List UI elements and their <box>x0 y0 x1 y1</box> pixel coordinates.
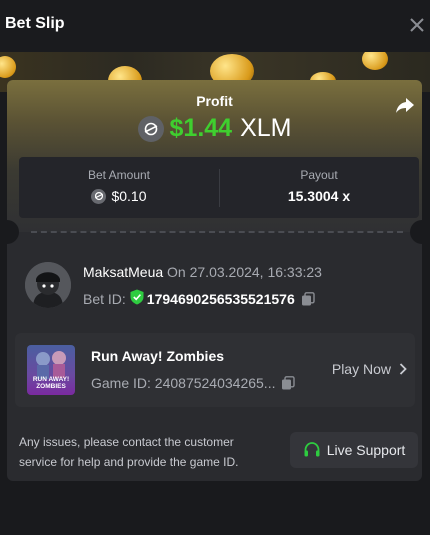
live-support-label: Live Support <box>326 442 406 458</box>
xlm-coin-icon <box>91 188 107 204</box>
copy-icon[interactable] <box>281 376 296 390</box>
avatar[interactable] <box>25 262 71 308</box>
play-now-link[interactable]: Play Now <box>332 361 407 377</box>
bet-amount-value: $0.10 <box>111 188 147 204</box>
payout-stat: Payout 15.3004 x <box>219 157 419 218</box>
live-support-button[interactable]: Live Support <box>290 432 418 468</box>
profit-currency: XLM <box>240 114 292 142</box>
bet-amount-stat: Bet Amount $0.10 <box>19 157 219 218</box>
headset-icon <box>303 441 321 459</box>
play-now-label: Play Now <box>331 361 391 377</box>
verified-shield-icon <box>130 289 144 308</box>
bet-slip-header: Bet Slip <box>0 0 430 52</box>
close-icon[interactable] <box>406 14 428 36</box>
game-thumbnail-title: RUN AWAY! ZOMBIES <box>32 376 70 390</box>
profit-label: Profit <box>196 93 233 109</box>
bet-slip-card: Profit $1.44 XLM Bet Amount $0.10 Payout… <box>7 80 422 481</box>
share-icon[interactable] <box>394 94 416 116</box>
support-note: Any issues, please contact the customer … <box>19 435 239 469</box>
ticket-notch-right <box>410 220 422 244</box>
payout-label: Payout <box>300 168 338 182</box>
bet-id-value: 1794690256535521576 <box>146 290 295 307</box>
game-name: Run Away! Zombies <box>91 348 225 364</box>
bet-amount-label: Bet Amount <box>87 168 151 182</box>
bet-timestamp: On 27.03.2024, 16:33:23 <box>167 264 322 280</box>
profit-amount: $1.44 <box>169 114 233 142</box>
page-title: Bet Slip <box>5 15 65 32</box>
bet-stats-panel: Bet Amount $0.10 Payout 15.3004 x <box>19 157 419 218</box>
game-id: Game ID: 24087524034265... <box>91 375 276 391</box>
username: MaksatMeua <box>83 264 164 280</box>
game-thumbnail[interactable]: RUN AWAY! ZOMBIES <box>27 345 75 395</box>
bet-id-label: Bet ID: <box>83 290 126 307</box>
xlm-coin-icon <box>137 115 164 142</box>
copy-icon[interactable] <box>301 291 315 306</box>
game-card[interactable]: RUN AWAY! ZOMBIES Run Away! Zombies Game… <box>15 333 415 407</box>
payout-value: 15.3004 x <box>287 188 351 204</box>
dashed-separator <box>31 231 403 233</box>
chevron-right-icon <box>399 363 407 375</box>
bet-user-info: MaksatMeua On 27.03.2024, 16:33:23 Bet I… <box>25 260 415 310</box>
